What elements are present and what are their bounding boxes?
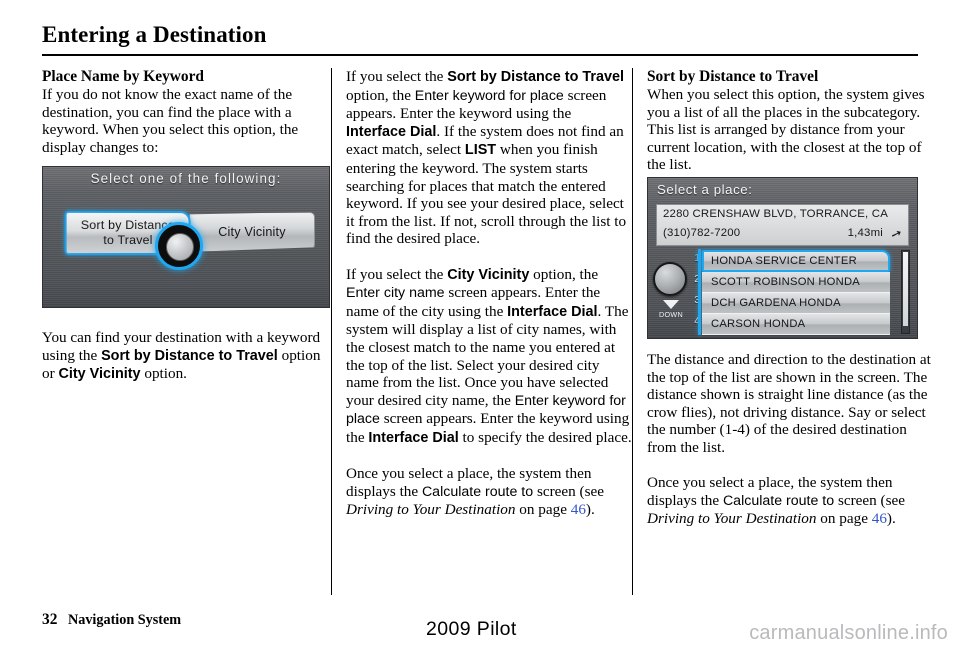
left-intro-paragraph: If you do not know the exact name of the… <box>42 86 299 156</box>
column-divider-1 <box>331 68 332 595</box>
destination-distance: 1,43mi <box>847 227 883 239</box>
list-item[interactable]: DCH GARDENA HONDA <box>702 293 890 314</box>
destination-info-box: 2280 CRENSHAW BLVD, TORRANCE, CA (310)78… <box>656 204 909 246</box>
middle-paragraph-2: If you select the City Vicinity option, … <box>346 266 634 448</box>
interface-dial-icon[interactable] <box>155 222 203 270</box>
list-item-label: CARSON HONDA <box>711 318 806 330</box>
middle-column: If you select the Sort by Distance to Tr… <box>346 68 634 519</box>
page-reference-link[interactable]: 46 <box>571 501 586 518</box>
txt: If you select the <box>346 265 448 283</box>
page-title: Entering a Destination <box>42 22 267 47</box>
footer-section-title: Navigation System <box>68 612 182 628</box>
txt: ). <box>585 501 595 519</box>
left-column-after-figure: You can find your destination with a key… <box>42 329 330 384</box>
list-item-label: HONDA SERVICE CENTER <box>711 255 857 267</box>
txt: option, the <box>346 86 415 104</box>
ui-enter-city-name: Enter city name <box>346 285 445 302</box>
right-paragraph-3: Once you select a place, the system then… <box>647 474 935 528</box>
city-vicinity-label: City Vicinity <box>218 225 286 239</box>
ui-city-vicinity: City Vicinity <box>447 266 530 283</box>
scrollbar-thumb[interactable] <box>903 252 908 326</box>
nav-screen-select-option: Select one of the following: City Vicini… <box>42 166 330 308</box>
txt: to specify the desired place. <box>458 428 632 446</box>
right-intro-paragraph: When you select this option, the system … <box>647 86 925 174</box>
txt: option. <box>140 365 187 383</box>
place-list: HONDA SERVICE CENTER SCOTT ROBINSON HOND… <box>702 250 890 335</box>
left-after-figure-paragraph: You can find your destination with a key… <box>42 329 330 384</box>
ui-sort-by-distance: Sort by Distance to Travel <box>101 347 278 364</box>
ref-driving-to-your-destination: Driving to Your Destination <box>346 501 516 519</box>
page-reference-link[interactable]: 46 <box>872 510 887 527</box>
ui-interface-dial: Interface Dial <box>368 429 459 446</box>
down-label: DOWN <box>659 310 683 319</box>
ui-interface-dial: Interface Dial <box>346 123 437 140</box>
middle-paragraph-3: Once you select a place, the system then… <box>346 465 634 519</box>
txt: screen (see <box>834 491 905 509</box>
title-divider <box>42 54 918 56</box>
list-scrollbar[interactable] <box>901 250 910 334</box>
list-item[interactable]: SCOTT ROBINSON HONDA <box>702 272 890 293</box>
city-vicinity-button[interactable]: City Vicinity <box>189 212 315 252</box>
txt: option, the <box>529 265 599 283</box>
middle-paragraph-1: If you select the Sort by Distance to Tr… <box>346 68 634 248</box>
manual-page: Entering a Destination Place Name by Key… <box>0 0 960 655</box>
txt: If you select the <box>346 68 448 85</box>
ui-interface-dial: Interface Dial <box>507 303 598 320</box>
left-column: Place Name by Keyword If you do not know… <box>42 68 330 156</box>
right-paragraph-2: The distance and direction to the destin… <box>647 351 931 456</box>
ui-enter-keyword-for-place: Enter keyword for place <box>414 87 564 104</box>
scroll-down-indicator[interactable]: DOWN <box>656 300 686 319</box>
txt: on page <box>816 510 872 528</box>
ui-city-vicinity: City Vicinity <box>58 366 141 383</box>
footer-model-name: 2009 Pilot <box>426 618 517 640</box>
destination-phone: (310)782-7200 <box>663 227 741 239</box>
interface-dial-icon[interactable] <box>653 262 687 296</box>
screen-b-header: Select a place: <box>657 182 753 197</box>
down-arrow-icon <box>663 300 679 309</box>
list-item[interactable]: HONDA SERVICE CENTER <box>702 250 890 272</box>
right-heading: Sort by Distance to Travel <box>647 68 819 85</box>
list-accent-spine <box>698 249 701 335</box>
destination-address: 2280 CRENSHAW BLVD, TORRANCE, CA <box>663 208 888 220</box>
sort-by-distance-label-line2: to Travel <box>103 233 153 248</box>
txt: screen (see <box>533 482 604 500</box>
ui-sort-by-distance: Sort by Distance to Travel <box>447 69 624 85</box>
right-column: Sort by Distance to Travel When you sele… <box>647 68 935 174</box>
ui-list: LIST <box>464 142 497 159</box>
list-item[interactable]: CARSON HONDA <box>702 314 890 335</box>
left-heading: Place Name by Keyword <box>42 68 204 85</box>
direction-arrow-icon: ➚ <box>889 224 905 243</box>
txt: ). <box>886 510 896 528</box>
list-item-label: DCH GARDENA HONDA <box>711 297 841 309</box>
screen-a-header: Select one of the following: <box>90 171 282 186</box>
right-column-after-figure: The distance and direction to the destin… <box>647 351 935 528</box>
txt: on page <box>515 501 571 519</box>
footer-page-number: 32 <box>42 611 58 628</box>
ref-driving-to-your-destination: Driving to Your Destination <box>647 510 817 528</box>
site-watermark: carmanualsonline.info <box>749 622 948 644</box>
ui-calculate-route-to: Calculate route to <box>722 492 835 509</box>
list-item-label: SCOTT ROBINSON HONDA <box>711 276 861 288</box>
nav-screen-select-a-place: Select a place: 2280 CRENSHAW BLVD, TORR… <box>647 177 918 339</box>
ui-calculate-route-to: Calculate route to <box>421 483 534 500</box>
